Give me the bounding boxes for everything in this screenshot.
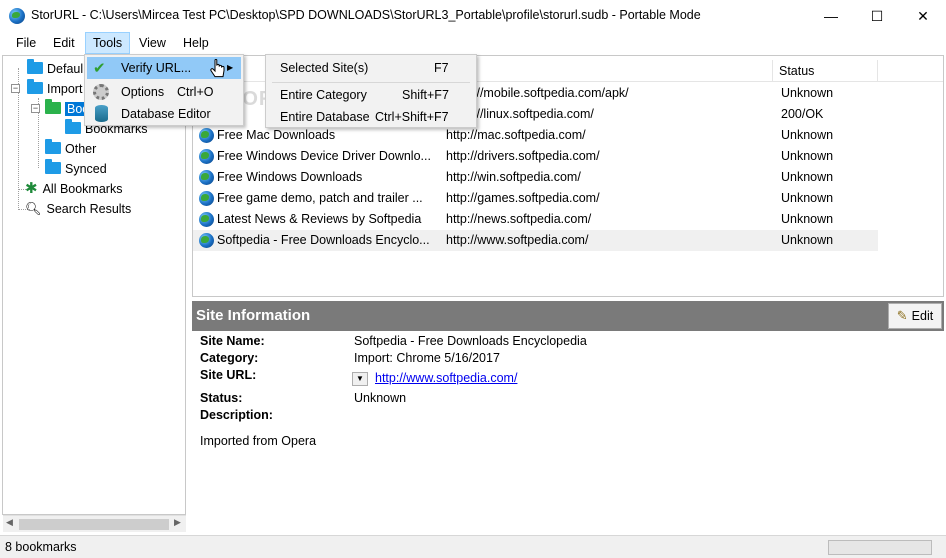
column-header-status[interactable]: Status bbox=[773, 60, 878, 82]
globe-icon bbox=[199, 233, 214, 248]
tree-item-search-results[interactable]: 🔍︎ Search Results bbox=[25, 199, 131, 219]
scroll-left-icon[interactable]: ◀ bbox=[6, 517, 13, 528]
description-value: Imported from Opera bbox=[200, 434, 317, 448]
title-bar: StorURL - C:\Users\Mircea Test PC\Deskto… bbox=[0, 0, 946, 32]
minimize-button[interactable]: — bbox=[808, 0, 854, 32]
site-name-value: Softpedia - Free Downloads Encyclopedia bbox=[354, 334, 587, 348]
progress-bar bbox=[828, 540, 932, 555]
description-label: Description: bbox=[200, 408, 273, 422]
category-value: Import: Chrome 5/16/2017 bbox=[354, 351, 500, 365]
list-row[interactable]: Free game demo, patch and trailer ... ht… bbox=[193, 188, 878, 209]
status-value: Unknown bbox=[354, 391, 407, 405]
magnifier-icon: 🔍︎ bbox=[25, 201, 42, 216]
site-name-label: Site Name: bbox=[200, 334, 265, 348]
close-button[interactable]: ✕ bbox=[900, 0, 946, 32]
collapse-icon[interactable]: − bbox=[31, 104, 40, 113]
site-url-label: Site URL: bbox=[200, 368, 257, 382]
folder-icon bbox=[45, 159, 61, 174]
status-label: Status: bbox=[200, 391, 243, 405]
list-row[interactable]: Free Windows Device Driver Downlo... htt… bbox=[193, 146, 878, 167]
site-info-header: Site Information ✎ Edit bbox=[192, 301, 944, 331]
menu-separator bbox=[272, 82, 470, 83]
app-globe-icon bbox=[9, 8, 25, 24]
menu-file[interactable]: File bbox=[9, 32, 43, 54]
globe-icon bbox=[199, 149, 214, 164]
menu-item-entire-database[interactable]: Entire Database Ctrl+Shift+F7 bbox=[268, 106, 474, 128]
url-dropdown-button[interactable]: ▼ bbox=[352, 372, 368, 386]
verify-url-submenu: Selected Site(s) F7 Entire Category Shif… bbox=[265, 54, 477, 128]
mouse-cursor-icon bbox=[210, 59, 225, 78]
star-icon: ✱ bbox=[25, 180, 38, 197]
globe-icon bbox=[199, 128, 214, 143]
site-url-link[interactable]: http://www.softpedia.com/ bbox=[375, 371, 517, 385]
database-icon bbox=[95, 105, 108, 122]
scroll-right-icon[interactable]: ▶ bbox=[174, 517, 181, 528]
tree-horizontal-scrollbar[interactable]: ◀ ▶ bbox=[3, 515, 186, 532]
category-label: Category: bbox=[200, 351, 259, 365]
menu-item-selected-sites[interactable]: Selected Site(s) F7 bbox=[268, 57, 474, 79]
list-row-selected[interactable]: Softpedia - Free Downloads Encyclo... ht… bbox=[193, 230, 878, 251]
bookmark-count: 8 bookmarks bbox=[5, 540, 77, 554]
tree-item-import[interactable]: Import bbox=[27, 79, 82, 99]
tree-item-synced[interactable]: Synced bbox=[45, 159, 107, 179]
scrollbar-thumb[interactable] bbox=[19, 519, 169, 530]
status-bar: 8 bookmarks bbox=[0, 535, 946, 558]
menu-item-entire-category[interactable]: Entire Category Shift+F7 bbox=[268, 84, 474, 106]
folder-icon bbox=[27, 59, 43, 74]
menu-item-options[interactable]: Options Ctrl+O bbox=[87, 81, 241, 103]
list-row[interactable]: Latest News & Reviews by Softpedia http:… bbox=[193, 209, 878, 230]
window-title: StorURL - C:\Users\Mircea Test PC\Deskto… bbox=[31, 8, 701, 22]
tree-item-other[interactable]: Other bbox=[45, 139, 96, 159]
folder-icon bbox=[27, 79, 43, 94]
list-row[interactable]: Free Mac Downloads http://mac.softpedia.… bbox=[193, 125, 878, 146]
maximize-button[interactable]: ☐ bbox=[854, 0, 900, 32]
tree-item-all-bookmarks[interactable]: ✱ All Bookmarks bbox=[25, 179, 122, 199]
edit-button[interactable]: ✎ Edit bbox=[888, 303, 942, 329]
folder-icon bbox=[65, 119, 81, 134]
menu-item-database-editor[interactable]: Database Editor bbox=[87, 103, 241, 125]
open-folder-icon bbox=[45, 99, 61, 114]
menu-help[interactable]: Help bbox=[176, 32, 216, 54]
tree-item-default[interactable]: Defaul bbox=[27, 59, 83, 79]
collapse-icon[interactable]: − bbox=[11, 84, 20, 93]
globe-icon bbox=[199, 212, 214, 227]
folder-icon bbox=[45, 139, 61, 154]
menu-bar: File Edit Tools View Help bbox=[0, 32, 946, 54]
submenu-arrow-icon: ▶ bbox=[227, 63, 234, 72]
site-info-body: Site Name: Softpedia - Free Downloads En… bbox=[192, 331, 944, 531]
edit-pencil-icon: ✎ bbox=[896, 308, 908, 323]
gear-icon bbox=[93, 84, 109, 100]
checkmark-icon: ✔ bbox=[93, 60, 106, 77]
menu-tools[interactable]: Tools bbox=[85, 32, 131, 54]
menu-edit[interactable]: Edit bbox=[46, 32, 82, 54]
list-row[interactable]: Free Windows Downloads http://win.softpe… bbox=[193, 167, 878, 188]
site-info-title: Site Information bbox=[196, 307, 311, 324]
globe-icon bbox=[199, 191, 214, 206]
globe-icon bbox=[199, 170, 214, 185]
menu-view[interactable]: View bbox=[132, 32, 173, 54]
